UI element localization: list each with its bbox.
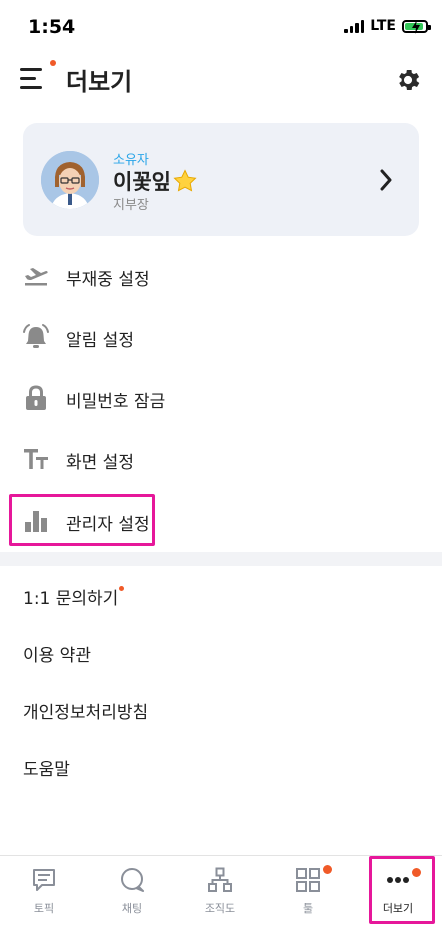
link-label: 개인정보처리방침 [23,703,149,723]
page-title: 더보기 [66,68,133,96]
more-badge [412,868,421,877]
star-icon [173,169,197,192]
tab-topic[interactable]: 토픽 [0,856,88,934]
text-size-icon [24,449,48,469]
link-privacy-policy[interactable]: 개인정보처리방침 [23,698,148,723]
tools-badge [323,865,332,874]
tab-chat[interactable]: 채팅 [88,856,176,934]
notification-dot [50,60,56,66]
lock-icon [26,385,46,410]
new-badge [119,586,125,591]
tab-label: 토픽 [33,902,55,915]
menu-item-password-lock[interactable]: 비밀번호 잠금 [0,371,442,425]
bar-chart-icon [25,511,47,532]
menu-item-label: 화면 설정 [66,453,134,473]
more-icon [387,877,409,883]
chat-icon [121,868,144,892]
link-label: 이용 약관 [23,646,91,666]
link-terms[interactable]: 이용 약관 [23,641,91,666]
profile-position: 지부장 [113,198,149,213]
menu-item-admin-settings[interactable]: 관리자 설정 [0,494,442,548]
status-time: 1:54 [28,16,76,38]
network-label: LTE [370,18,396,34]
tab-label: 채팅 [121,902,143,915]
menu-item-label: 알림 설정 [66,331,134,351]
gear-icon[interactable] [394,66,422,94]
battery-icon [402,19,431,34]
menu-item-label: 비밀번호 잠금 [66,392,166,412]
tab-label: 조직도 [204,902,236,915]
link-label: 1:1 문의하기 [23,589,119,609]
signal-icon [344,19,365,33]
profile-name: 이꽃잎 [113,170,171,194]
tab-org-chart[interactable]: 조직도 [176,856,264,934]
tab-tools[interactable]: 툴 [264,856,352,934]
bell-icon [23,324,49,348]
profile-name-row: 이꽃잎 [113,166,197,196]
menu-item-label: 부재중 설정 [66,270,150,290]
menu-item-notification-settings[interactable]: 알림 설정 [0,310,442,364]
airplane-icon [25,268,48,286]
profile-card[interactable]: 소유자 이꽃잎 지부장 [23,123,419,236]
menu-item-label: 관리자 설정 [66,515,150,535]
org-chart-icon [208,867,232,892]
tab-label: 툴 [302,902,314,915]
hamburger-menu-icon[interactable] [20,68,46,90]
status-bar: 1:54 LTE [0,0,442,56]
avatar [41,151,99,209]
menu-item-away-settings[interactable]: 부재중 설정 [0,249,442,303]
tools-icon [296,868,320,892]
chevron-right-icon [380,169,392,191]
topic-icon [33,869,55,891]
tab-label: 더보기 [382,902,414,915]
link-inquiry[interactable]: 1:1 문의하기 [23,584,125,609]
status-indicators: LTE [344,18,431,34]
link-help[interactable]: 도움말 [23,755,70,780]
section-divider [0,552,442,566]
bottom-nav: 토픽 채팅 조직도 툴 더보기 [0,855,442,934]
header: 더보기 [0,56,442,106]
tab-more[interactable]: 더보기 [354,856,442,934]
menu-item-display-settings[interactable]: 화면 설정 [0,432,442,486]
link-label: 도움말 [23,760,70,780]
